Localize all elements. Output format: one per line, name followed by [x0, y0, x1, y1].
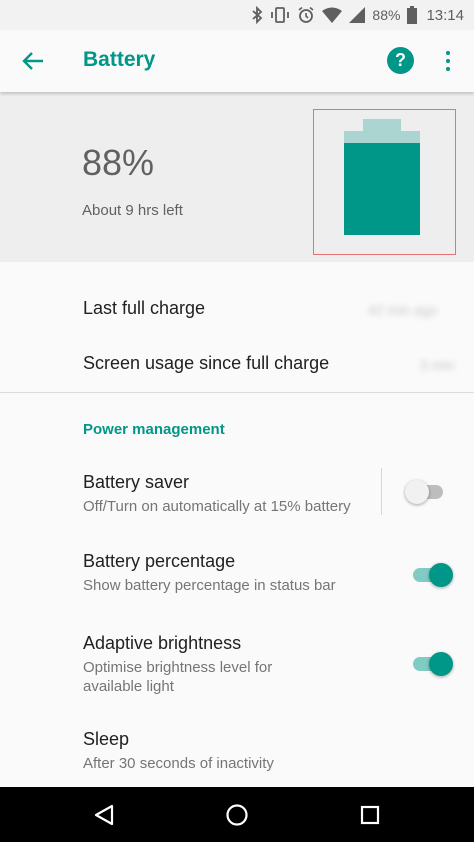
- nav-home-button[interactable]: [224, 802, 250, 828]
- sleep-row[interactable]: Sleep After 30 seconds of inactivity: [83, 729, 274, 773]
- adaptive-brightness-toggle[interactable]: [409, 652, 453, 676]
- back-button[interactable]: [18, 46, 48, 76]
- status-time: 13:14: [426, 6, 464, 24]
- adaptive-brightness-subtitle: Optimise brightness level for available …: [83, 659, 273, 695]
- arrow-left-icon: [22, 52, 43, 70]
- wifi-icon: [322, 7, 343, 23]
- battery-saver-subtitle: Off/Turn on automatically at 15% battery: [83, 498, 351, 515]
- back-icon: [94, 804, 114, 826]
- battery-percentage-toggle[interactable]: [409, 563, 453, 587]
- last-full-charge-label: Last full charge: [83, 298, 206, 318]
- battery-graphic-empty: [344, 131, 420, 143]
- battery-graphic-cap: [363, 119, 401, 131]
- battery-saver-toggle[interactable]: [405, 480, 449, 504]
- adaptive-brightness-title: Adaptive brightness: [83, 633, 242, 653]
- sleep-subtitle: After 30 seconds of inactivity: [83, 755, 274, 772]
- alarm-icon: [298, 6, 314, 23]
- recents-icon: [360, 805, 380, 825]
- battery-time-left: About 9 hrs left: [82, 202, 183, 219]
- battery-graphic: [313, 109, 456, 255]
- section-divider: [0, 392, 474, 393]
- more-options-button[interactable]: [440, 48, 456, 74]
- battery-percent: 88%: [82, 142, 155, 183]
- home-icon: [226, 804, 248, 826]
- app-bar: Battery ?: [0, 30, 474, 92]
- nav-recents-button[interactable]: [357, 802, 383, 828]
- help-button[interactable]: ?: [387, 47, 414, 74]
- bluetooth-icon: [252, 6, 263, 24]
- screen-usage-value: 3 min: [420, 357, 455, 373]
- nav-back-button[interactable]: [91, 802, 117, 828]
- power-management-header: Power management: [83, 421, 225, 438]
- adaptive-brightness-row[interactable]: Adaptive brightness Optimise brightness …: [83, 633, 272, 696]
- last-full-charge-value: 42 min ago: [368, 302, 438, 318]
- battery-graphic-fill: [344, 143, 420, 235]
- status-icons: 88% 13:14: [251, 5, 464, 25]
- page-title: Battery: [83, 48, 156, 71]
- status-battery-text: 88%: [372, 7, 401, 23]
- battery-percentage-title: Battery percentage: [83, 551, 236, 571]
- screen-usage-label: Screen usage since full charge: [83, 353, 330, 373]
- navigation-bar: [0, 787, 474, 842]
- battery-header: 88% About 9 hrs left: [0, 92, 474, 262]
- battery-percentage-row[interactable]: Battery percentage Show battery percenta…: [83, 551, 336, 595]
- screen-usage-row[interactable]: Screen usage since full charge: [83, 353, 329, 374]
- signal-icon: [349, 7, 366, 23]
- last-full-charge-row[interactable]: Last full charge: [83, 298, 205, 319]
- more-vert-icon: [446, 51, 450, 55]
- battery-percentage-subtitle: Show battery percentage in status bar: [83, 577, 336, 594]
- battery-saver-separator: [381, 468, 382, 515]
- battery-saver-row[interactable]: Battery saver Off/Turn on automatically …: [83, 472, 351, 516]
- vibrate-icon: [271, 7, 290, 23]
- battery-icon: [407, 6, 418, 24]
- sleep-title: Sleep: [83, 729, 130, 749]
- status-bar: 88% 13:14: [0, 0, 474, 30]
- battery-saver-title: Battery saver: [83, 472, 190, 492]
- help-icon: ?: [395, 50, 406, 70]
